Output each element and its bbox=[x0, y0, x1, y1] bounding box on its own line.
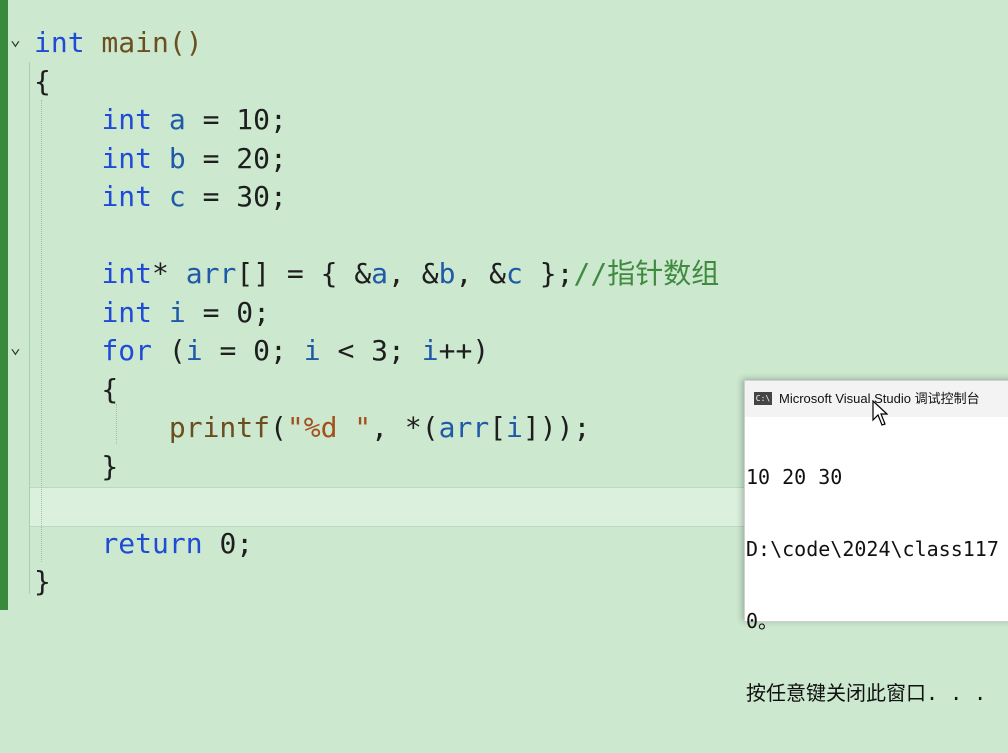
code-token: { bbox=[34, 372, 119, 406]
code-token: i bbox=[303, 334, 321, 367]
code-token: < 3; bbox=[320, 334, 422, 367]
code-token: int bbox=[101, 103, 153, 136]
code-token: { bbox=[34, 64, 51, 98]
code-token: b bbox=[438, 257, 456, 290]
code-token: ( bbox=[152, 334, 186, 367]
code-line[interactable]: int i = 0; bbox=[34, 294, 270, 332]
code-line[interactable]: int* arr[] = { &a, &b, &c };//指针数组 bbox=[34, 255, 719, 293]
code-token: [ bbox=[489, 411, 507, 444]
code-token: = 0; bbox=[185, 295, 271, 329]
code-token: = 30; bbox=[185, 180, 287, 213]
code-token: , *( bbox=[371, 411, 439, 444]
breakpoint-margin[interactable] bbox=[0, 0, 8, 610]
code-token: int bbox=[34, 26, 85, 59]
code-token: } bbox=[34, 449, 119, 483]
code-token: for bbox=[101, 334, 153, 367]
code-token: } bbox=[34, 565, 51, 598]
code-line[interactable]: int c = 30; bbox=[34, 178, 287, 216]
console-line: 0。 bbox=[746, 609, 779, 633]
code-token: int bbox=[101, 295, 153, 329]
code-line[interactable]: } bbox=[34, 448, 118, 486]
code-token: c bbox=[152, 180, 186, 213]
console-output[interactable]: 10 20 30 D:\code\2024\class117 0。 按任意键关闭… bbox=[745, 417, 1008, 753]
code-token: b bbox=[152, 141, 186, 175]
code-token: i bbox=[421, 334, 439, 367]
code-token: = 10; bbox=[185, 103, 287, 136]
code-token: c bbox=[506, 257, 523, 290]
code-token: [] = { & bbox=[236, 257, 372, 290]
fold-chevron-icon[interactable]: ⌄ bbox=[10, 338, 30, 358]
code-token: "%d " bbox=[286, 411, 372, 444]
code-token: * bbox=[152, 257, 186, 290]
code-token: ++) bbox=[438, 334, 490, 367]
code-token: , & bbox=[455, 257, 507, 290]
console-line: D:\code\2024\class117 bbox=[746, 537, 999, 561]
code-token: i bbox=[185, 334, 203, 367]
code-token: = 20; bbox=[185, 141, 287, 175]
code-token: }; bbox=[522, 257, 574, 290]
code-token: arr bbox=[185, 257, 237, 290]
console-app-icon: C:\ bbox=[754, 392, 772, 405]
code-token: = 0; bbox=[202, 334, 304, 367]
code-token: return bbox=[101, 526, 203, 560]
code-token: ])); bbox=[522, 411, 591, 444]
code-token: int bbox=[101, 141, 153, 175]
code-token: int bbox=[101, 180, 153, 213]
mouse-pointer-icon bbox=[872, 400, 888, 426]
console-line: 10 20 30 bbox=[746, 465, 843, 489]
code-line[interactable]: { bbox=[34, 63, 51, 101]
code-line[interactable]: int a = 10; bbox=[34, 101, 287, 139]
code-token: //指针数组 bbox=[573, 257, 720, 290]
code-line[interactable]: } bbox=[34, 563, 51, 601]
code-line[interactable]: for (i = 0; i < 3; i++) bbox=[34, 332, 489, 370]
code-token: int bbox=[101, 257, 153, 290]
code-token: , & bbox=[388, 257, 439, 290]
code-line[interactable]: return 0; bbox=[34, 525, 253, 563]
fold-chevron-icon[interactable]: ⌄ bbox=[10, 30, 30, 50]
code-token: a bbox=[152, 103, 186, 136]
code-line[interactable]: printf("%d ", *(arr[i])); bbox=[34, 409, 590, 447]
code-token: ( bbox=[270, 411, 287, 444]
code-token: 0; bbox=[202, 526, 254, 560]
code-token: i bbox=[152, 295, 186, 329]
code-token: main() bbox=[84, 26, 203, 59]
code-line[interactable]: int main() bbox=[34, 24, 203, 62]
code-line[interactable]: int b = 20; bbox=[34, 140, 287, 178]
code-line[interactable]: { bbox=[34, 371, 118, 409]
console-line: 按任意键关闭此窗口. . . bbox=[746, 681, 987, 705]
code-token: arr bbox=[438, 411, 490, 444]
code-token: printf bbox=[168, 411, 271, 444]
code-token: i bbox=[506, 411, 523, 444]
code-token: a bbox=[371, 257, 389, 290]
